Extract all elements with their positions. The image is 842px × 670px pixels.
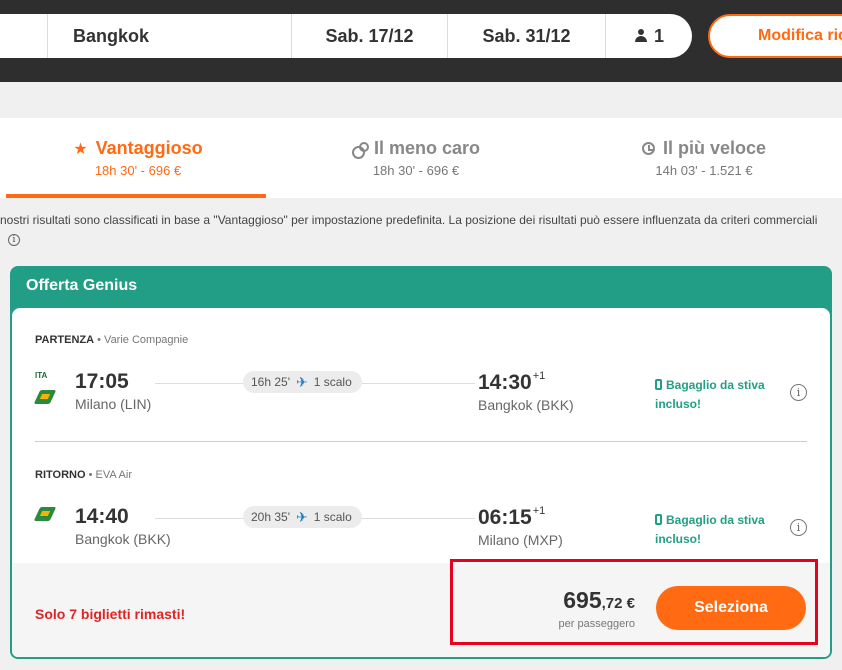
offer-footer: Solo 7 biglietti rimasti! 695,72 € per p… [12,559,830,657]
arrival-airport: Bangkok (BKK) [478,397,574,413]
tab-piu-veloce[interactable]: Il più veloce 14h 03' - 1.521 € [566,118,842,198]
search-form: Bangkok Sab. 17/12 Sab. 31/12 1 [0,14,692,58]
price-decimal: ,72 € [601,595,635,612]
clock-icon [641,142,655,155]
tab-label: Vantaggioso [95,138,203,158]
arrival-info: 06:15+1 Milano (MXP) [478,505,563,548]
price-highlight-box: 695,72 € per passeggero Seleziona [450,559,818,645]
airline-logos: ITA [35,370,59,406]
depart-date-value: Sab. 17/12 [325,25,414,46]
tab-summary: 14h 03' - 1.521 € [655,163,753,178]
offer-badge: Offerta Genius [26,277,138,294]
return-date-field[interactable]: Sab. 31/12 [448,14,606,58]
tab-label: Il più veloce [662,138,767,158]
baggage-line-1: Bagaglio da stiva [666,378,765,392]
departure-airport: Milano (LIN) [75,396,152,412]
baggage-line-1: Bagaglio da stiva [666,513,765,527]
price-integer: 695 [563,587,602,613]
departure-info: 17:05 Milano (LIN) [75,370,151,412]
offer-details: PARTENZA • Varie Compagnie ITA 17:05 Mil… [12,308,830,657]
airline-logos [35,505,59,523]
departure-time: 14:40 [75,505,129,528]
departure-airport: Bangkok (BKK) [75,531,171,547]
duration-pill: 16h 25' ✈ 1 scalo [243,371,362,393]
sort-tabs: ★ Vantaggioso 18h 30' - 696 € Il meno ca… [0,118,842,198]
info-icon[interactable]: i [790,384,807,401]
ranking-disclaimer: nostri risultati sono classificati in ba… [0,212,820,246]
leg-label: PARTENZA [35,334,95,346]
day-offset: +1 [532,370,546,382]
leg-header: RITORNO • EVA Air [35,469,807,481]
departure-info: 14:40 Bangkok (BKK) [75,505,171,547]
price-per-passenger: per passeggero [558,618,635,630]
leg-label: RITORNO [35,469,86,481]
select-button[interactable]: Seleziona [656,586,806,630]
star-icon: ★ [73,140,88,158]
disclaimer-text: nostri risultati sono classificati in ba… [0,213,818,227]
baggage-line-2: incluso! [655,397,702,411]
passengers-value: 1 [653,25,664,46]
tab-meno-caro[interactable]: Il meno caro 18h 30' - 696 € [266,118,566,198]
luggage-icon [655,379,662,390]
flight-offer-card: Offerta Genius PARTENZA • Varie Compagni… [10,266,832,659]
info-icon[interactable]: i [8,234,20,246]
coins-icon [351,141,369,159]
return-leg[interactable]: RITORNO • EVA Air 14:40 Bangkok (BKK) 20… [35,469,807,551]
stops-count: 1 scalo [313,375,352,389]
return-date-value: Sab. 31/12 [482,25,571,46]
leg-carrier: • EVA Air [88,469,132,481]
arrival-airport: Milano (MXP) [478,532,563,548]
eva-air-logo [35,505,55,523]
flight-duration: 16h 25' [251,375,290,389]
baggage-line-2: incluso! [655,532,702,546]
baggage-included: Bagaglio da stiva incluso! [655,376,765,414]
plane-icon: ✈ [296,373,308,390]
modify-search-button[interactable]: Modifica ric [708,14,842,58]
leg-divider [35,441,807,442]
tab-label: Il meno caro [373,138,481,158]
passengers-field[interactable]: 1 [606,14,692,58]
info-icon[interactable]: i [790,519,807,536]
origin-field[interactable] [0,14,48,58]
leg-header: PARTENZA • Varie Compagnie [35,334,807,346]
arrival-info: 14:30+1 Bangkok (BKK) [478,370,574,413]
stops-count: 1 scalo [313,510,352,524]
destination-value: Bangkok [73,25,150,46]
leg-carrier: • Varie Compagnie [97,334,189,346]
depart-date-field[interactable]: Sab. 17/12 [292,14,448,58]
person-icon [634,29,648,43]
price: 695,72 € per passeggero [543,587,635,630]
departure-time: 17:05 [75,370,129,393]
outbound-leg[interactable]: PARTENZA • Varie Compagnie ITA 17:05 Mil… [35,334,807,416]
tab-vantaggioso[interactable]: ★ Vantaggioso 18h 30' - 696 € [0,118,266,198]
luggage-icon [655,514,662,525]
arrival-time: 14:30 [478,371,532,394]
tab-summary: 18h 30' - 696 € [372,163,460,178]
plane-icon: ✈ [296,508,308,525]
search-header: Bangkok Sab. 17/12 Sab. 31/12 1 Modifica… [0,0,842,82]
ita-airways-logo: ITA [35,371,48,380]
duration-pill: 20h 35' ✈ 1 scalo [243,506,362,528]
eva-air-logo [35,388,55,406]
day-offset: +1 [532,505,546,517]
tab-summary: 18h 30' - 696 € [94,163,182,178]
seats-left-warning: Solo 7 biglietti rimasti! [35,606,186,622]
flight-duration: 20h 35' [251,510,290,524]
baggage-included: Bagaglio da stiva incluso! [655,511,765,549]
destination-field[interactable]: Bangkok [48,14,292,58]
arrival-time: 06:15 [478,506,532,529]
